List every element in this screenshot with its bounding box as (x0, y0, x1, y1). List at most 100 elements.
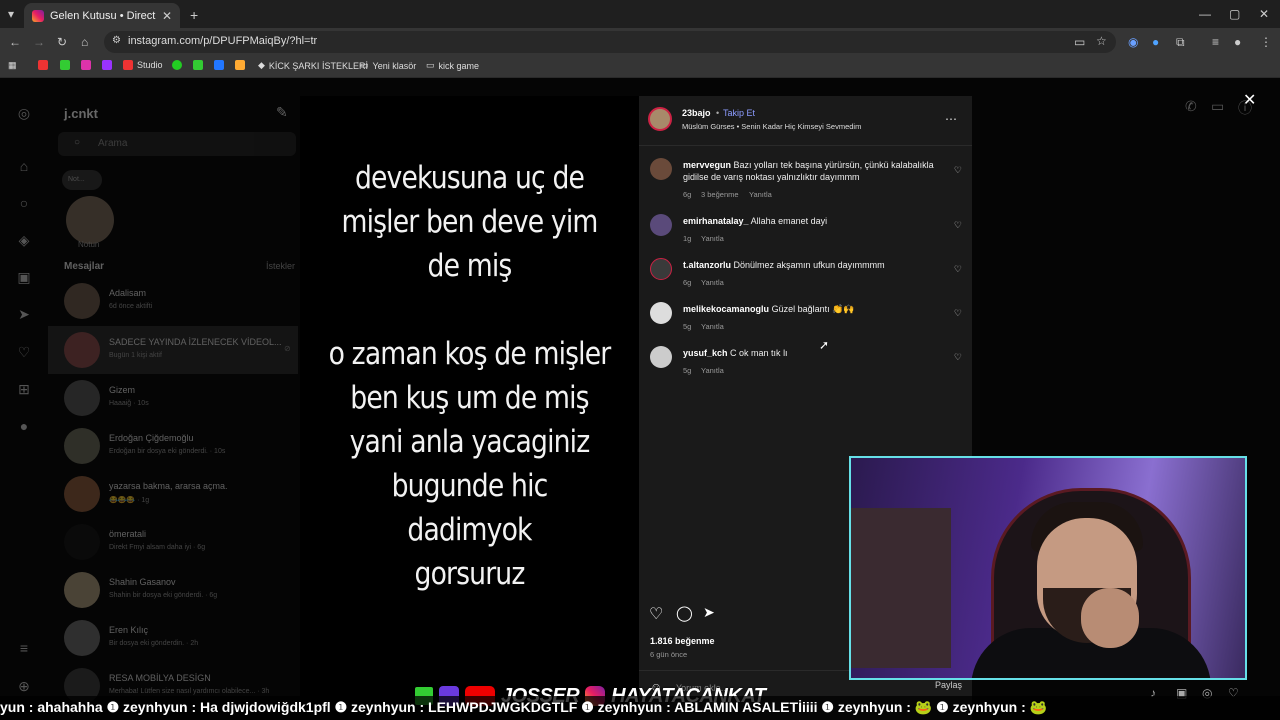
extension-icon[interactable]: ● (1152, 36, 1159, 48)
create-icon[interactable]: ⊞ (16, 381, 32, 397)
profile-icon[interactable]: ● (1234, 36, 1241, 48)
video-call-icon[interactable]: ▭ (1211, 98, 1224, 115)
comment-user[interactable]: t.altanzorlu (683, 260, 731, 270)
note-avatar[interactable] (66, 196, 114, 244)
maximize-icon[interactable]: ▢ (1229, 8, 1240, 20)
conversation-row[interactable]: Eren Kılıç Bir dosya eki gönderdin. · 2h (48, 614, 298, 662)
browser-tab[interactable]: Gelen Kutusu • Direct ✕ (24, 3, 180, 28)
home-icon[interactable]: ⌂ (81, 36, 88, 48)
follow-button[interactable]: Takip Et (723, 108, 755, 118)
like-heart-icon[interactable]: ♡ (954, 165, 962, 176)
instagram-bookmark[interactable] (81, 60, 91, 70)
requests-link[interactable]: İstekler (266, 261, 295, 271)
conversation-row[interactable]: Shahin Gasanov Shahin bir dosya eki gönde… (48, 566, 298, 614)
folder-bookmark[interactable]: ▭ Yeni klasör (360, 60, 416, 71)
extension-icon[interactable]: ◉ (1128, 36, 1138, 48)
address-bar[interactable]: ⚙ instagram.com/p/DPUFPMaiqBy/?hl=tr ▭ ☆ (104, 31, 1116, 53)
comment-likes[interactable]: 3 beğenme (701, 190, 739, 199)
phone-icon[interactable]: ✆ (1185, 98, 1197, 115)
twitch-bookmark[interactable] (102, 60, 112, 70)
note-bubble[interactable]: Not... (62, 170, 102, 190)
conversation-row[interactable]: ömeratali Direkt Fmyi alsam daha iyi · 6g (48, 518, 298, 566)
reply-link[interactable]: Yanıtla (701, 366, 724, 375)
more-options-icon[interactable]: ⋯ (945, 112, 957, 126)
forward-icon[interactable]: → (33, 36, 45, 48)
search-input[interactable]: ○ Arama (58, 132, 296, 156)
conversation-name: yazarsa bakma, ararsa açma. (109, 481, 228, 491)
avatar[interactable] (650, 258, 672, 280)
share-label[interactable]: Paylaş (935, 680, 962, 690)
post-image[interactable]: devekusuna uç de mişler ben deve yim de … (300, 96, 639, 720)
bookmark-icon[interactable] (235, 60, 245, 70)
like-heart-icon[interactable]: ♡ (954, 264, 962, 275)
author-name[interactable]: 23bajo (682, 108, 711, 118)
like-heart-icon[interactable]: ♡ (954, 352, 962, 363)
folder-bookmark[interactable]: ▭ kick game (426, 60, 479, 71)
avatar[interactable] (650, 346, 672, 368)
reply-link[interactable]: Yanıtla (749, 190, 772, 199)
youtube-bookmark[interactable] (38, 60, 48, 70)
studio-bookmark[interactable]: Studio (123, 60, 163, 70)
conversation-row[interactable]: Erdoğan Çiğdemoğlu Erdoğan bir dosya eki … (48, 422, 298, 470)
minimize-icon[interactable]: — (1199, 8, 1211, 20)
conversation-row[interactable]: SADECE YAYINDA İZLENECEK VİDEOL... Bugün … (48, 326, 298, 374)
avatar[interactable] (650, 158, 672, 180)
reels-icon[interactable]: ▣ (16, 269, 32, 285)
comment: mervvegun Bazı yolları tek başına yürürs… (639, 158, 972, 202)
conversation-preview: Shahin bir dosya eki gönderdi. · 6g (109, 592, 218, 599)
home-icon[interactable]: ⌂ (16, 158, 32, 174)
reply-link[interactable]: Yanıtla (701, 278, 724, 287)
conversation-row[interactable]: Adalisam 6d önce aktifti (48, 277, 298, 325)
profile-avatar-icon[interactable]: ● (16, 418, 32, 434)
spotify-bookmark[interactable] (172, 60, 182, 70)
extensions-puzzle-icon[interactable]: ⧉ (1176, 36, 1185, 48)
comment-body: Güzel bağlantı 👏🙌 (771, 304, 855, 314)
avatar[interactable] (650, 214, 672, 236)
avatar[interactable] (650, 302, 672, 324)
threads-icon[interactable]: ⊕ (16, 678, 32, 694)
tab-close-icon[interactable]: ✕ (162, 9, 172, 23)
instagram-logo-icon[interactable]: ◎ (16, 105, 32, 121)
conversation-row[interactable]: Gizem Haaaiğ · 10s (48, 374, 298, 422)
conversation-name: Eren Kılıç (109, 625, 149, 635)
more-menu-icon[interactable]: ≡ (16, 640, 32, 656)
comment-user[interactable]: emirhanatalay_ (683, 216, 749, 226)
audio-track[interactable]: Müslüm Gürses • Senin Kadar Hiç Kimseyi … (682, 122, 861, 131)
comment-user[interactable]: mervvegun (683, 160, 731, 170)
site-info-icon[interactable]: ⚙ (112, 36, 121, 46)
new-tab-icon[interactable]: + (190, 8, 198, 22)
kick-bookmark[interactable] (193, 60, 203, 70)
share-icon[interactable]: ➤ (703, 604, 715, 621)
tab-search-icon[interactable]: ▾ (8, 8, 14, 20)
bookmark-star-icon[interactable]: ☆ (1096, 35, 1107, 47)
like-heart-icon[interactable]: ♡ (954, 220, 962, 231)
explore-icon[interactable]: ◈ (16, 232, 32, 248)
notifications-heart-icon[interactable]: ♡ (16, 344, 32, 360)
close-modal-icon[interactable]: ✕ (1243, 90, 1256, 110)
back-icon[interactable]: ← (9, 36, 21, 48)
like-heart-icon[interactable]: ♡ (954, 308, 962, 319)
likes-count[interactable]: 1.816 beğenme (650, 636, 715, 646)
conversation-row[interactable]: yazarsa bakma, ararsa açma. 😂😂😂 · 1g (48, 470, 298, 518)
menu-kebab-icon[interactable]: ⋮ (1260, 36, 1272, 48)
kick-requests-bookmark[interactable]: ◆ KİCK ŞARKI İSTEKLERİ (258, 60, 368, 71)
messages-icon[interactable]: ➤ (16, 306, 32, 322)
dm-username[interactable]: j.cnkt (64, 106, 98, 121)
caption-line: de miş (427, 248, 513, 284)
search-icon[interactable]: ○ (16, 195, 32, 211)
comment-user[interactable]: yusuf_kch (683, 348, 728, 358)
compose-icon[interactable]: ✎ (276, 104, 288, 121)
comment-icon[interactable]: ◯ (676, 604, 693, 622)
window-close-icon[interactable]: ✕ (1259, 8, 1269, 20)
reply-link[interactable]: Yanıtla (701, 234, 724, 243)
media-icon[interactable]: ≡ (1212, 36, 1219, 48)
reply-link[interactable]: Yanıtla (701, 322, 724, 331)
author-avatar[interactable] (648, 107, 672, 131)
comment-user[interactable]: melikekocamanoglu (683, 304, 769, 314)
install-app-icon[interactable]: ▭ (1074, 36, 1085, 48)
like-heart-icon[interactable]: ♡ (649, 604, 663, 624)
kick-bookmark[interactable] (60, 60, 70, 70)
apps-grid-icon[interactable]: ▦ (8, 60, 17, 71)
reload-icon[interactable]: ↻ (57, 36, 67, 48)
outlook-bookmark[interactable] (214, 60, 224, 70)
